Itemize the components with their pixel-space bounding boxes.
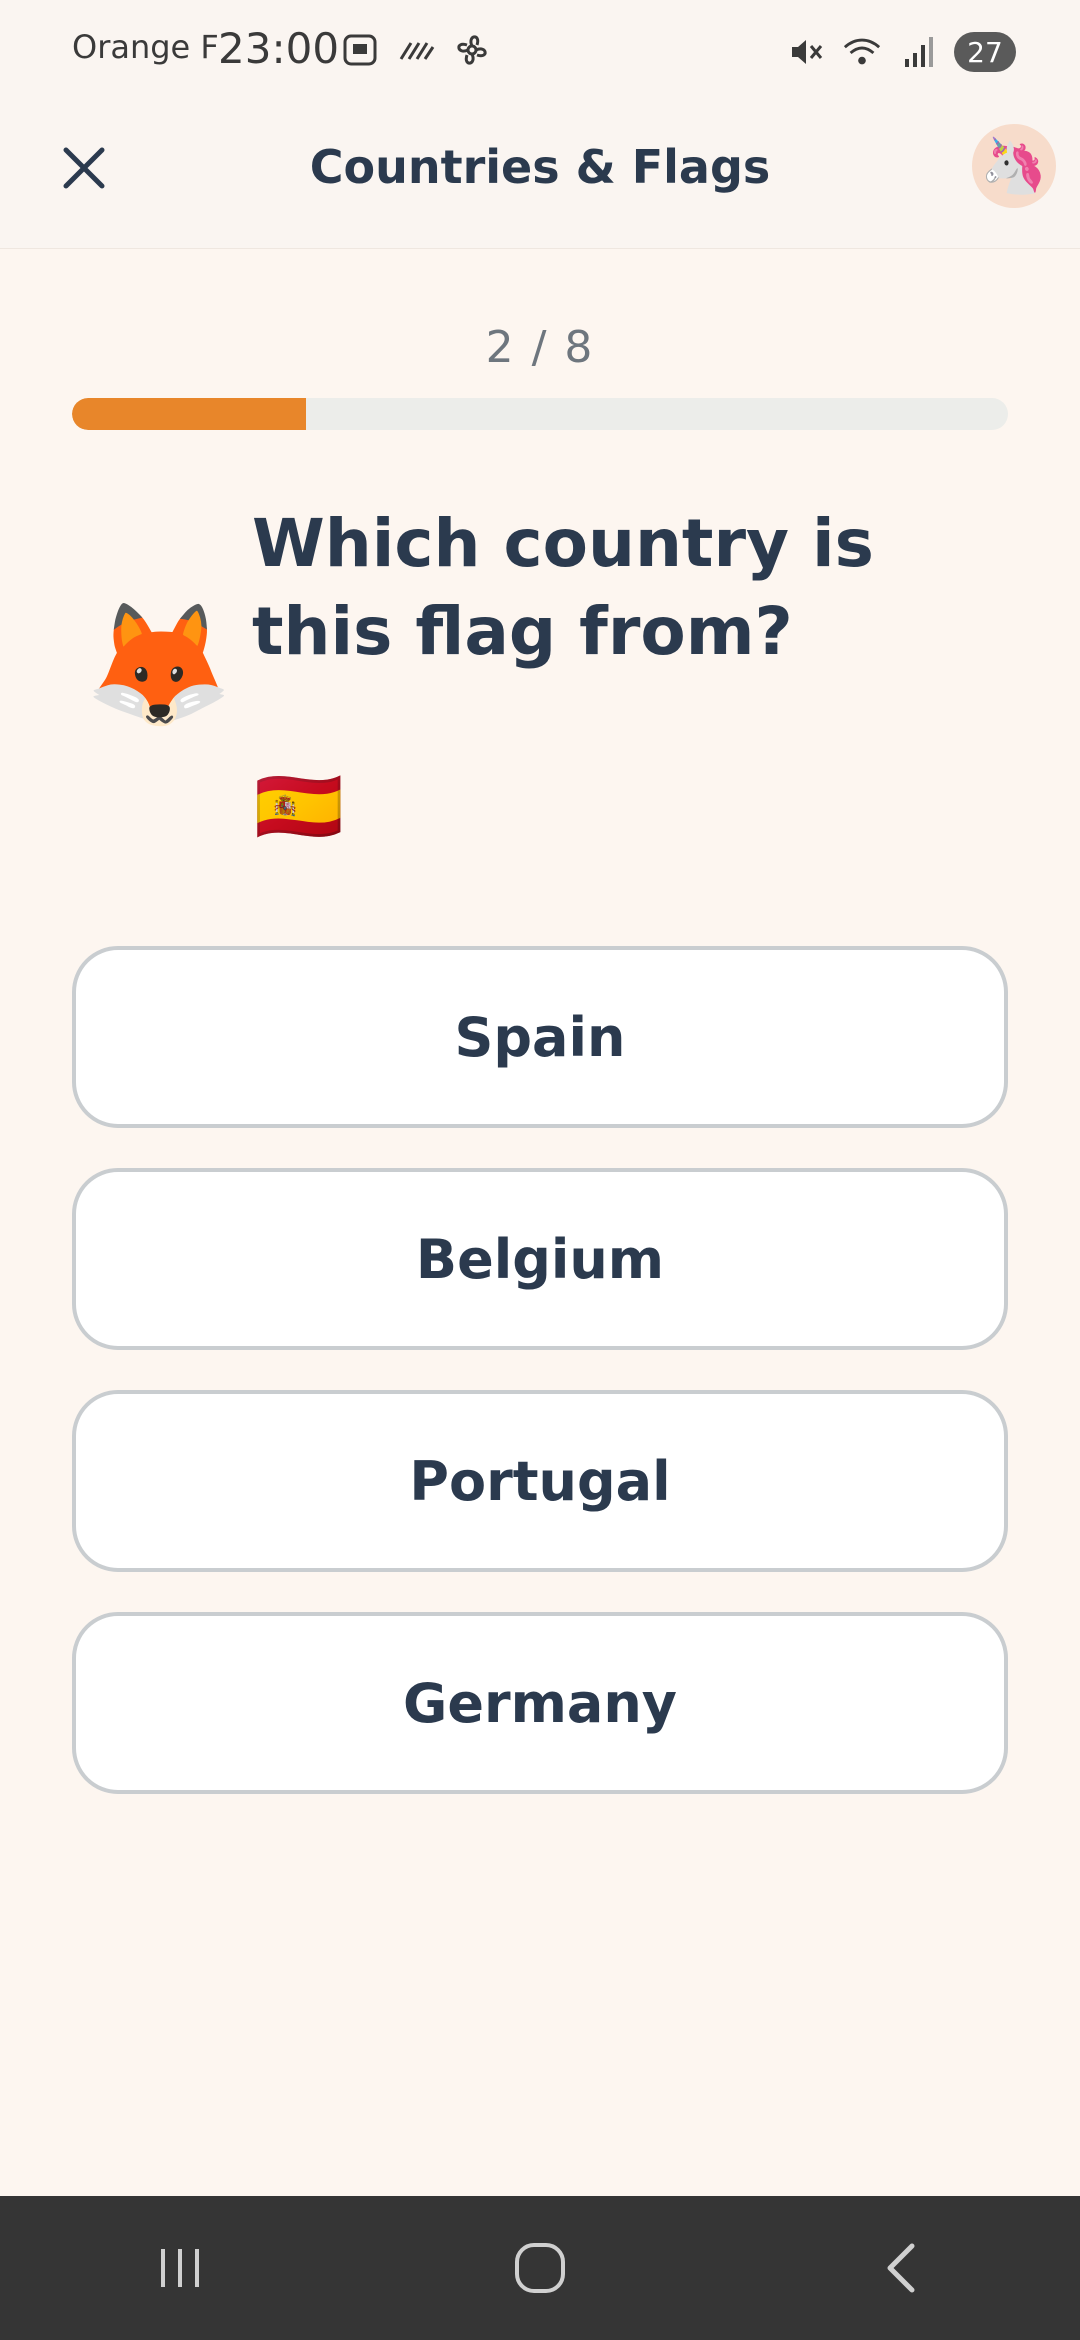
- system-nav-bar: [0, 2196, 1080, 2340]
- signal-icon: [898, 34, 938, 70]
- carrier-name: Orange F: [72, 28, 219, 66]
- fox-mascot-icon: 🦊: [84, 596, 234, 735]
- answer-option-germany[interactable]: Germany: [72, 1612, 1008, 1794]
- home-icon: [515, 2243, 565, 2293]
- recent-apps-button[interactable]: [120, 2208, 240, 2328]
- recent-apps-icon: [161, 2249, 199, 2287]
- avatar[interactable]: 🦄: [972, 124, 1056, 208]
- spain-flag-icon: 🇪🇸: [254, 764, 344, 848]
- fan-icon: [452, 32, 492, 68]
- answer-option-portugal[interactable]: Portugal: [72, 1390, 1008, 1572]
- answer-option-belgium[interactable]: Belgium: [72, 1168, 1008, 1350]
- answer-list: Spain Belgium Portugal Germany: [72, 946, 1008, 1834]
- mute-icon: [786, 34, 826, 70]
- back-icon: [887, 2243, 915, 2293]
- home-button[interactable]: [480, 2208, 600, 2328]
- page-title: Countries & Flags: [309, 140, 771, 194]
- question-text: Which country is this flag from?: [252, 505, 874, 670]
- answer-option-spain[interactable]: Spain: [72, 946, 1008, 1128]
- battery-indicator: 27: [954, 32, 1016, 72]
- data-saver-icon: [396, 32, 436, 68]
- back-button[interactable]: [840, 2208, 960, 2328]
- question-counter: 2 / 8: [485, 322, 595, 373]
- status-bar: Orange F 23:00 27: [0, 0, 1080, 100]
- clock: 23:00: [218, 24, 340, 73]
- screenshot-icon: [340, 32, 380, 68]
- app-header: Countries & Flags 🦄: [0, 100, 1080, 249]
- progress-bar-fill: [72, 398, 306, 430]
- wifi-icon: [842, 34, 882, 70]
- progress-bar: [72, 398, 1008, 430]
